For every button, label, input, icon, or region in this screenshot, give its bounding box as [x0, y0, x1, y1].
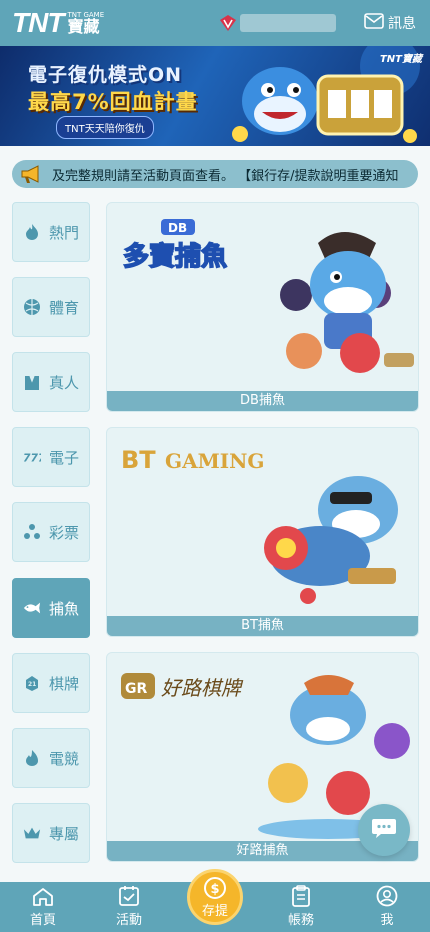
- game-card-bt-fishing[interactable]: BT GAMING BT捕魚: [106, 427, 419, 637]
- game-card-db-fishing[interactable]: DB 多寶捕魚 DB捕魚: [106, 202, 419, 412]
- lottery-balls-icon: [23, 523, 41, 541]
- category-label: 棋牌: [48, 674, 79, 693]
- nav-account[interactable]: 帳務: [258, 882, 344, 932]
- game-card-label: DB捕魚: [107, 391, 418, 411]
- category-lottery[interactable]: 彩票: [12, 502, 90, 562]
- message-label: 訊息: [388, 16, 416, 32]
- nav-me[interactable]: 我: [344, 882, 430, 932]
- slot-777-icon: 777: [23, 448, 41, 466]
- username-masked: [240, 14, 336, 32]
- flame-esports-icon: [23, 749, 41, 767]
- megaphone-icon: [12, 160, 52, 188]
- category-sports[interactable]: 體育: [12, 277, 90, 337]
- top-header: TNT TNT GAME 寶藏 訊息: [0, 0, 430, 46]
- dollar-coin-icon: $: [204, 876, 226, 899]
- category-label: 電競: [48, 749, 79, 768]
- category-label: 熱門: [48, 223, 79, 242]
- dealer-icon: [23, 373, 41, 391]
- marquee-text: 及完整規則請至活動頁面查看。 【銀行存/提款說明重要通知: [52, 168, 399, 184]
- vip-badge-icon[interactable]: [218, 13, 238, 33]
- svg-text:777: 777: [23, 452, 41, 465]
- category-label: 捕魚: [48, 599, 79, 618]
- customer-service-chat-button[interactable]: [358, 804, 410, 856]
- fire-icon: [23, 223, 41, 241]
- svg-text:21: 21: [28, 681, 36, 688]
- nav-label: 存提: [201, 903, 228, 919]
- category-esports[interactable]: 電競: [12, 728, 90, 788]
- category-label: 體育: [48, 298, 79, 317]
- db-fishing-logo: DB 多寶捕魚: [122, 219, 228, 273]
- shark-rocket-illustration: [264, 476, 398, 604]
- svg-text:$: $: [211, 882, 220, 897]
- category-label: 電子: [48, 448, 79, 467]
- nav-label: 我: [380, 913, 394, 928]
- category-label: 真人: [48, 373, 79, 392]
- nav-label: 帳務: [287, 913, 314, 928]
- fish-icon: [23, 599, 41, 617]
- nav-label: 首頁: [29, 913, 56, 928]
- category-hot[interactable]: 熱門: [12, 202, 90, 262]
- svg-text:多寶捕魚: 多寶捕魚: [123, 241, 227, 272]
- category-slots[interactable]: 777 電子: [12, 427, 90, 487]
- clipboard-icon: [292, 885, 310, 907]
- logo-cn-text: 寶藏: [67, 16, 100, 36]
- goodroad-logo: GR 好路棋牌: [121, 673, 244, 700]
- brand-logo[interactable]: TNT TNT GAME 寶藏: [12, 7, 104, 39]
- chess-icon: 21: [23, 674, 41, 692]
- logo-main-text: TNT: [12, 7, 64, 38]
- user-icon: [376, 885, 398, 907]
- game-card-label: BT捕魚: [107, 616, 418, 636]
- nav-label: 活動: [115, 913, 142, 928]
- category-label: 專屬: [48, 824, 79, 843]
- category-chess[interactable]: 21 棋牌: [12, 653, 90, 713]
- nav-activity[interactable]: 活動: [86, 882, 172, 932]
- nav-deposit-button[interactable]: $ 存提: [187, 869, 243, 925]
- category-label: 彩票: [48, 523, 79, 542]
- shark-pirate-illustration: [280, 232, 414, 373]
- svg-text:好路棋牌: 好路棋牌: [161, 676, 244, 700]
- envelope-icon: [364, 13, 384, 33]
- banner-tagline: TNT天天陪你復仇: [56, 116, 154, 139]
- category-live[interactable]: 真人: [12, 352, 90, 412]
- category-fishing[interactable]: 捕魚: [12, 578, 90, 638]
- calendar-check-icon: [119, 886, 139, 906]
- banner-headline: 電子復仇模式ON: [28, 64, 183, 86]
- svg-text:GR: GR: [125, 681, 147, 697]
- category-exclusive[interactable]: 專屬: [12, 803, 90, 863]
- nav-home[interactable]: 首頁: [0, 882, 86, 932]
- svg-text:DB: DB: [168, 221, 187, 235]
- banner-brand: TNT寶藏: [379, 54, 422, 65]
- crown-icon: [23, 824, 41, 842]
- promo-banner[interactable]: 電子復仇模式ON 最高7%回血計畫 TNT天天陪你復仇 TNT寶藏: [0, 46, 430, 146]
- message-button[interactable]: 訊息: [364, 13, 416, 33]
- chat-bubble-icon: [371, 816, 397, 844]
- ball-icon: [23, 298, 41, 316]
- announcement-marquee[interactable]: 及完整規則請至活動頁面查看。 【銀行存/提款說明重要通知: [12, 160, 418, 188]
- home-icon: [33, 888, 53, 906]
- banner-subheadline: 最高7%回血計畫: [28, 90, 198, 114]
- svg-text:BT: BT: [121, 446, 156, 474]
